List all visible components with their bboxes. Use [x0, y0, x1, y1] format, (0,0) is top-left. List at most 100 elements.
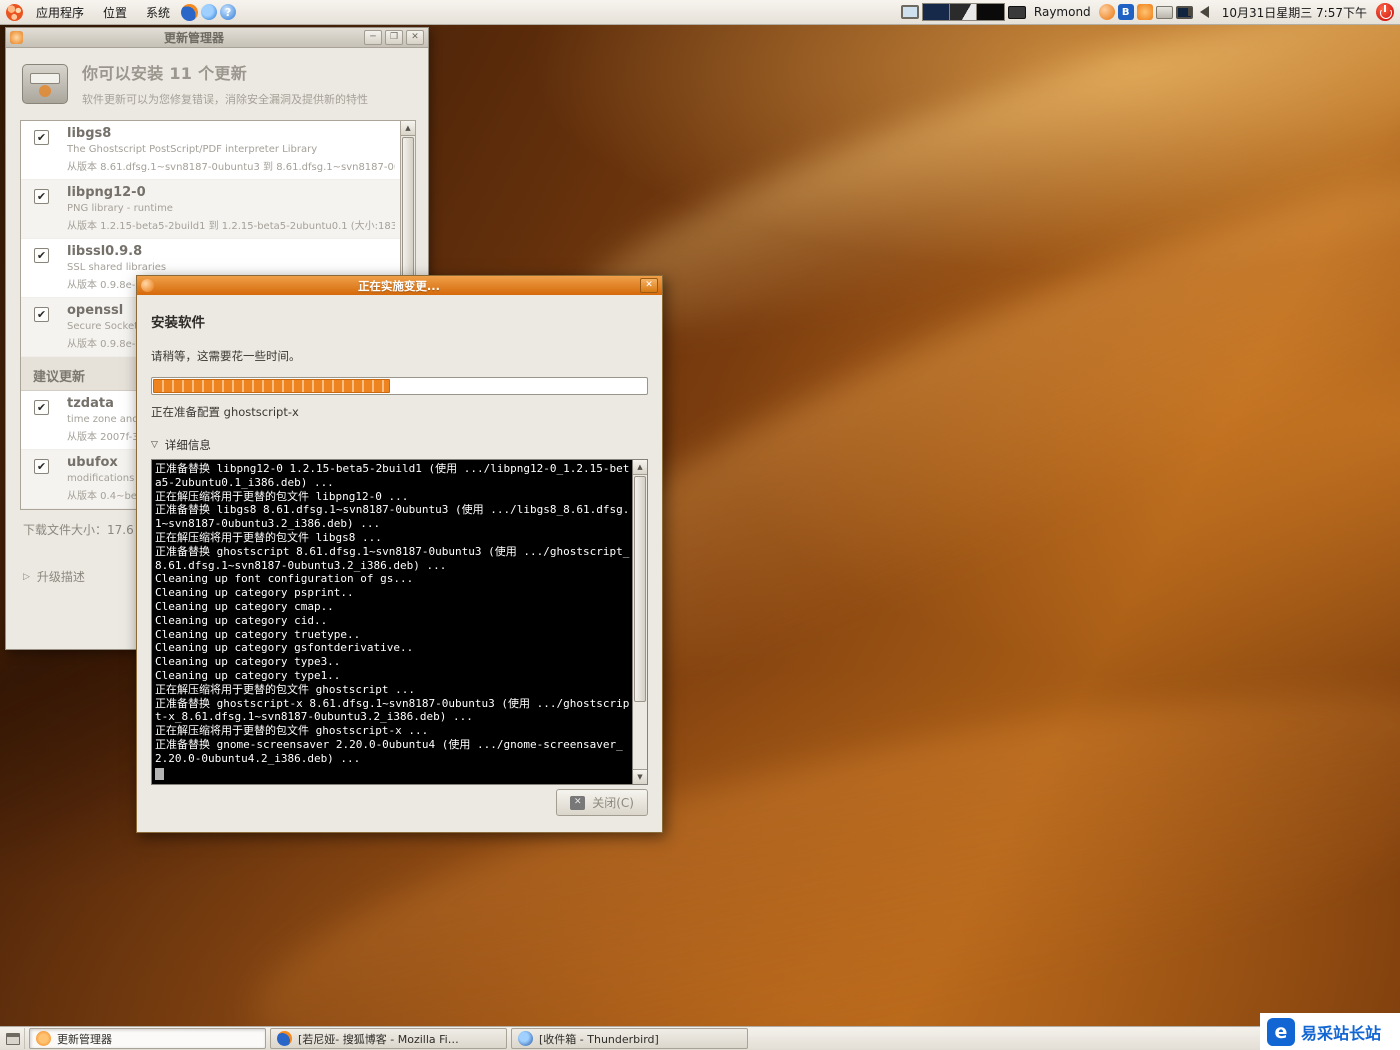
menu-places[interactable]: 位置 — [95, 0, 135, 24]
terminal-line: 正在解压缩将用于更替的包文件 ghostscript ... — [155, 683, 630, 697]
panel-right: Raymond B 10月31日星期三 7:57下午 — [901, 0, 1396, 24]
download-size-label: 下载文件大小：17.6 M — [23, 521, 148, 538]
package-desc: PNG library - runtime — [67, 203, 395, 214]
taskbar-item-thunderbird[interactable]: [收件箱 - Thunderbird] — [511, 1028, 748, 1049]
update-checkbox[interactable] — [34, 459, 49, 474]
dialog-actions: ✕ 关闭(C) — [556, 789, 648, 816]
menu-system[interactable]: 系统 — [138, 0, 178, 24]
task-label: 更新管理器 — [57, 1031, 112, 1047]
taskbar-item-update-manager[interactable]: 更新管理器 — [29, 1028, 266, 1049]
terminal-output[interactable]: 正准备替换 libpng12-0 1.2.15-beta5-2build1 (使… — [151, 459, 648, 785]
terminal-scrollbar[interactable]: ▲ ▼ — [632, 460, 647, 784]
thunderbird-task-icon — [518, 1031, 533, 1046]
scroll-up-icon[interactable]: ▲ — [401, 121, 415, 136]
please-wait-text: 请稍等，这需要花一些时间。 — [151, 348, 648, 364]
help-launcher-icon[interactable]: ? — [220, 4, 236, 20]
details-label: 详细信息 — [165, 437, 211, 453]
top-panel: 应用程序 位置 系统 ? Raymond B 10月31日星期三 7:57下午 — [0, 0, 1400, 25]
workspace-1[interactable] — [923, 4, 950, 20]
terminal-line: Cleaning up category type1.. — [155, 669, 630, 683]
update-manager-task-icon — [36, 1031, 51, 1046]
workspace-3[interactable] — [977, 4, 1004, 20]
terminal-line: Cleaning up category type3.. — [155, 655, 630, 669]
dialog-body: 安装软件 请稍等，这需要花一些时间。 正在准备配置 ghostscript-x … — [137, 295, 662, 832]
maximize-button[interactable]: ❒ — [385, 30, 403, 45]
expander-label: 升级描述 — [37, 568, 85, 585]
display-settings-icon[interactable] — [901, 5, 919, 19]
watermark-logo-icon: e — [1267, 1018, 1295, 1046]
terminal-line: 正在解压缩将用于更替的包文件 libpng12-0 ... — [155, 490, 630, 504]
printer-icon[interactable] — [1156, 6, 1173, 19]
terminal-line: Cleaning up category cid.. — [155, 614, 630, 628]
package-desc: The Ghostscript PostScript/PDF interpret… — [67, 144, 395, 155]
update-notifier-icon[interactable] — [1137, 4, 1153, 20]
terminal-cursor — [155, 768, 164, 780]
terminal-line: 正准备替换 gnome-screensaver 2.20.0-0ubuntu4 … — [155, 738, 630, 766]
ubuntu-menu-icon[interactable] — [6, 4, 23, 21]
watermark-text: 易采站长站 — [1301, 1020, 1381, 1044]
close-button[interactable]: ✕ 关闭(C) — [556, 789, 648, 816]
show-desktop-icon — [6, 1033, 20, 1045]
close-icon[interactable]: ✕ — [640, 278, 658, 293]
update-checkbox[interactable] — [34, 248, 49, 263]
user-icon[interactable] — [1099, 4, 1115, 20]
details-expander[interactable]: ▽ 详细信息 — [151, 437, 648, 453]
update-row-libpng[interactable]: libpng12-0 PNG library - runtime 从版本 1.2… — [21, 180, 415, 239]
install-heading: 安装软件 — [151, 295, 648, 331]
task-label: [收件箱 - Thunderbird] — [539, 1031, 659, 1047]
input-method-icon[interactable] — [1008, 6, 1026, 19]
terminal-lines: 正准备替换 libpng12-0 1.2.15-beta5-2build1 (使… — [155, 462, 630, 782]
progress-bar — [151, 377, 648, 395]
terminal-line: Cleaning up category truetype.. — [155, 628, 630, 642]
menu-applications[interactable]: 应用程序 — [28, 0, 92, 24]
update-manager-titlebar[interactable]: 更新管理器 ─ ❒ ✕ — [6, 28, 428, 48]
minimize-button[interactable]: ─ — [364, 30, 382, 45]
firefox-launcher-icon[interactable] — [181, 4, 198, 21]
update-checkbox[interactable] — [34, 307, 49, 322]
update-checkbox[interactable] — [34, 130, 49, 145]
task-label: [若尼娅- 搜狐博客 - Mozilla Fi… — [298, 1031, 459, 1047]
update-checkbox[interactable] — [34, 400, 49, 415]
terminal-line: Cleaning up category psprint.. — [155, 586, 630, 600]
package-version: 从版本 1.2.15-beta5-2build1 到 1.2.15-beta5-… — [67, 217, 395, 232]
package-name: libpng12-0 — [67, 185, 395, 200]
close-window-button[interactable]: ✕ — [406, 30, 424, 45]
updates-available-subtitle: 软件更新可以为您修复错误，消除安全漏洞及提供新的特性 — [82, 91, 368, 107]
update-row-libgs8[interactable]: libgs8 The Ghostscript PostScript/PDF in… — [21, 121, 415, 180]
terminal-line: Cleaning up category cmap.. — [155, 600, 630, 614]
workspace-switcher[interactable] — [922, 3, 1005, 21]
bluetooth-icon[interactable]: B — [1118, 4, 1134, 20]
clock[interactable]: 10月31日星期三 7:57下午 — [1216, 4, 1373, 21]
package-desc: SSL shared libraries — [67, 262, 395, 273]
desktop: 应用程序 位置 系统 ? Raymond B 10月31日星期三 7:57下午 — [0, 0, 1400, 1050]
browser-launcher-icon[interactable] — [201, 4, 217, 20]
panel-left: 应用程序 位置 系统 ? — [4, 0, 236, 24]
user-switcher[interactable]: Raymond — [1029, 5, 1096, 19]
applying-changes-dialog: 正在实施变更... ✕ 安装软件 请稍等，这需要花一些时间。 正在准备配置 gh… — [136, 275, 663, 833]
wallpaper-streak — [559, 0, 1400, 387]
package-name: libgs8 — [67, 126, 395, 141]
taskbar-item-firefox[interactable]: [若尼娅- 搜狐博客 - Mozilla Fi… — [270, 1028, 507, 1049]
scroll-down-icon[interactable]: ▼ — [633, 769, 647, 784]
dialog-title: 正在实施变更... — [158, 278, 640, 294]
dialog-icon — [141, 279, 154, 292]
scrollbar-thumb[interactable] — [634, 476, 646, 702]
terminal-line: 正在解压缩将用于更替的包文件 libgs8 ... — [155, 531, 630, 545]
upgrade-description-expander[interactable]: ▷ 升级描述 — [23, 568, 85, 585]
terminal-line: Cleaning up font configuration of gs... — [155, 572, 630, 586]
expander-triangle-icon: ▷ — [23, 572, 30, 582]
show-desktop-button[interactable] — [2, 1028, 25, 1049]
terminal-line: 正准备替换 libgs8 8.61.dfsg.1~svn8187-0ubuntu… — [155, 503, 630, 531]
update-checkbox[interactable] — [34, 189, 49, 204]
window-title: 更新管理器 — [27, 29, 361, 46]
update-manager-icon — [10, 31, 23, 44]
workspace-2[interactable] — [950, 4, 977, 20]
watermark: e 易采站长站 — [1260, 1013, 1400, 1050]
scroll-up-icon[interactable]: ▲ — [633, 460, 647, 475]
quit-button[interactable] — [1376, 3, 1394, 21]
taskbar: 更新管理器 [若尼娅- 搜狐博客 - Mozilla Fi… [收件箱 - Th… — [0, 1026, 1400, 1050]
terminal-line: Cleaning up category gsfontderivative.. — [155, 641, 630, 655]
volume-icon[interactable] — [1200, 6, 1209, 18]
update-manager-header: 你可以安装 11 个更新 软件更新可以为您修复错误，消除安全漏洞及提供新的特性 — [6, 48, 428, 115]
dialog-titlebar[interactable]: 正在实施变更... ✕ — [137, 276, 662, 295]
